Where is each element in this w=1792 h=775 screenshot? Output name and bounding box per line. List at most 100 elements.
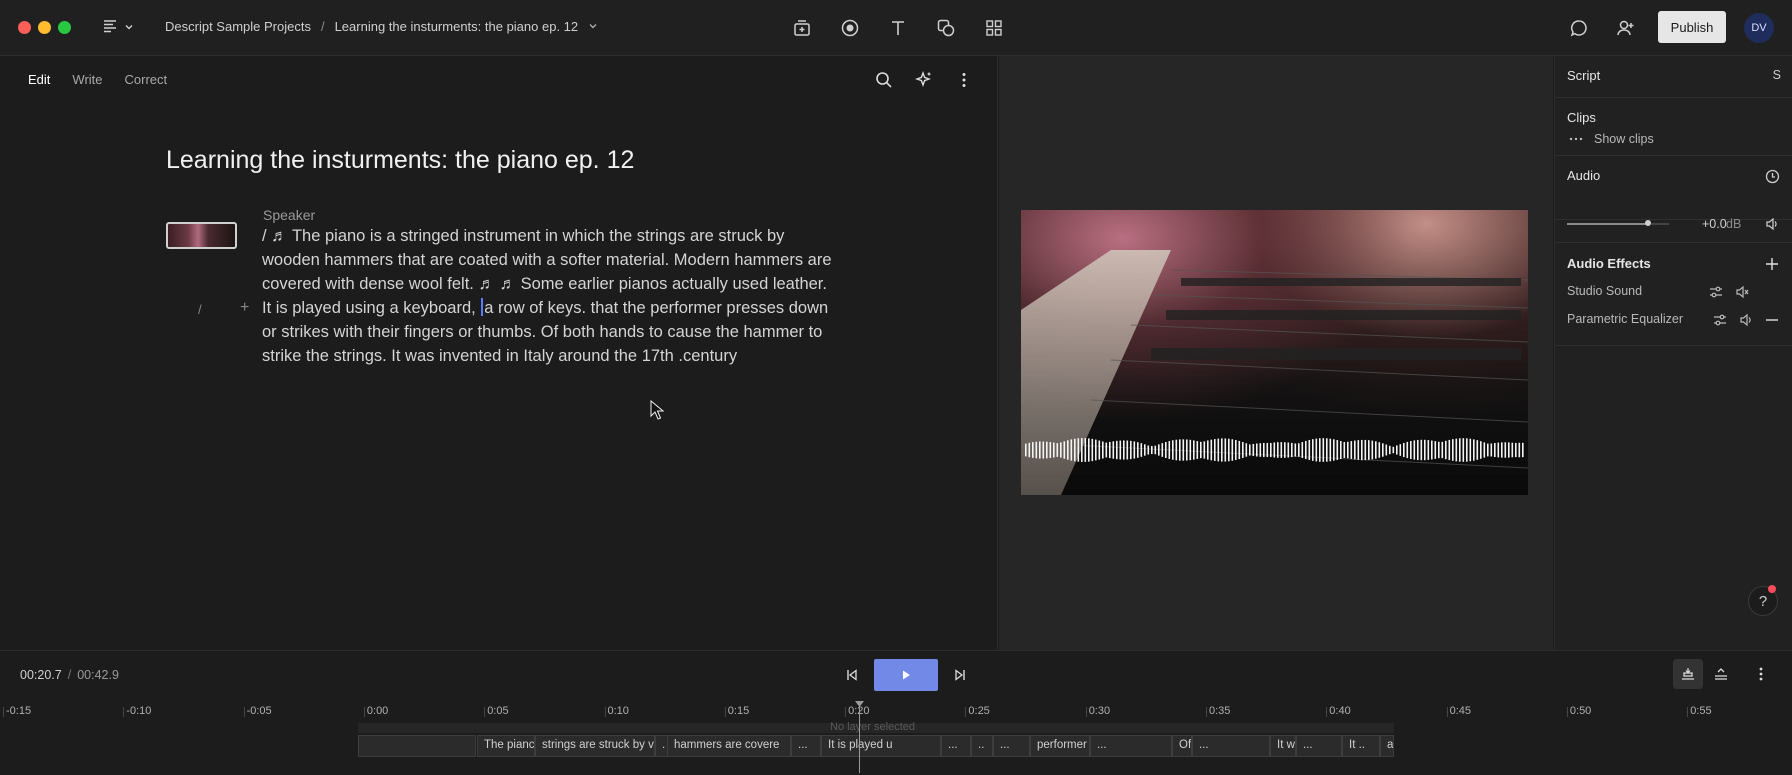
scene-thumbnail[interactable]: [166, 222, 237, 249]
timeline-clip[interactable]: around: [1380, 735, 1394, 757]
transcript-text[interactable]: / ♬ The piano is a stringed instrument i…: [262, 224, 837, 368]
waveform-bar: [1441, 441, 1444, 459]
record-icon[interactable]: [838, 16, 862, 40]
publish-button[interactable]: Publish: [1658, 11, 1726, 43]
comment-icon[interactable]: [1567, 16, 1591, 40]
timeline-clip[interactable]: The pianc: [477, 735, 535, 757]
grid-icon[interactable]: [982, 16, 1006, 40]
clock-icon[interactable]: [1763, 167, 1781, 185]
text-icon[interactable]: [886, 16, 910, 40]
sliders-icon[interactable]: [1707, 283, 1725, 301]
waveform-bar: [1291, 442, 1293, 458]
gain-value[interactable]: +0.0: [1702, 217, 1727, 231]
playhead[interactable]: [859, 703, 860, 773]
gain-slider-handle[interactable]: [1645, 220, 1651, 226]
scene-marker[interactable]: /: [198, 302, 202, 317]
timeline-clip[interactable]: ...: [993, 735, 1030, 757]
tab-write[interactable]: Write: [72, 72, 102, 87]
timeline-clip[interactable]: ...: [1296, 735, 1342, 757]
waveform-bar: [1067, 440, 1069, 460]
waveform-bar: [1074, 438, 1076, 462]
tab-edit[interactable]: Edit: [28, 72, 50, 87]
minimize-window-button[interactable]: [38, 21, 51, 34]
remove-effect-icon[interactable]: [1763, 311, 1781, 329]
sliders-icon[interactable]: [1711, 311, 1729, 329]
timeline-clip[interactable]: strings are struck by v: [535, 735, 655, 757]
waveform-bar: [1249, 444, 1251, 456]
timeline-clip[interactable]: Of both han: [1172, 735, 1192, 757]
add-scene-icon[interactable]: [790, 16, 814, 40]
skip-forward-button[interactable]: [948, 659, 972, 691]
breadcrumb-document[interactable]: Learning the insturments: the piano ep. …: [335, 19, 579, 34]
timeline-clip[interactable]: performer press: [1030, 735, 1090, 757]
document-title[interactable]: Learning the insturments: the piano ep. …: [166, 146, 634, 175]
waveform-bar: [1480, 441, 1482, 459]
waveform-bar: [1179, 439, 1181, 461]
more-horizontal-icon[interactable]: [1567, 130, 1585, 148]
script-shortcut: S: [1772, 68, 1781, 82]
ruler-tick: [1206, 707, 1207, 717]
add-icon[interactable]: +: [240, 299, 249, 317]
waveform-bar: [1469, 438, 1472, 462]
waveform-bar: [1130, 440, 1132, 460]
effect-parametric-equalizer[interactable]: Parametric Equalizer: [1567, 312, 1683, 326]
waveform-bar: [1410, 441, 1412, 459]
effect-studio-sound[interactable]: Studio Sound: [1567, 284, 1642, 298]
more-vertical-icon[interactable]: [1746, 659, 1776, 689]
breadcrumb-project[interactable]: Descript Sample Projects: [165, 19, 311, 34]
waveform-bar: [1060, 442, 1062, 458]
app-menu-button[interactable]: [102, 16, 140, 40]
waveform-bar: [1053, 442, 1055, 458]
timeline-clip[interactable]: ..: [971, 735, 993, 757]
waveform-bar: [1228, 438, 1230, 462]
play-button[interactable]: [874, 659, 938, 691]
ruler-tick: [1326, 707, 1328, 717]
add-effect-icon[interactable]: [1763, 255, 1781, 273]
tab-correct[interactable]: Correct: [125, 72, 168, 87]
waveform-bar: [1445, 440, 1447, 460]
maximize-window-button[interactable]: [58, 21, 71, 34]
waveform-bar: [1340, 441, 1342, 459]
waveform-bar: [1438, 441, 1440, 459]
snap-to-track-icon[interactable]: [1673, 659, 1703, 689]
ruler-tick-label: -0:15: [6, 705, 32, 717]
avatar[interactable]: DV: [1744, 13, 1774, 43]
timeline-clip[interactable]: ...: [1192, 735, 1270, 757]
timeline-clip[interactable]: It was in: [1270, 735, 1296, 757]
speaker-label[interactable]: Speaker: [263, 207, 315, 223]
timeline-clip[interactable]: It ..: [1342, 735, 1380, 757]
video-preview[interactable]: [1021, 210, 1528, 495]
volume-icon[interactable]: [1737, 311, 1755, 329]
chevron-down-icon[interactable]: [588, 19, 598, 34]
add-collaborator-icon[interactable]: [1614, 16, 1638, 40]
clip-empty[interactable]: [358, 735, 476, 757]
ai-sparkle-icon[interactable]: [912, 68, 936, 92]
mute-icon[interactable]: [1733, 283, 1751, 301]
close-window-button[interactable]: [18, 21, 31, 34]
waveform-bar: [1326, 438, 1328, 462]
timeline-clip[interactable]: It is played u: [821, 735, 941, 757]
waveform-bar: [1392, 446, 1395, 454]
collapse-tracks-icon[interactable]: [1706, 659, 1736, 689]
waveform-bar: [1172, 440, 1174, 460]
waveform-bar: [1413, 440, 1416, 460]
search-icon[interactable]: [872, 68, 896, 92]
waveform-bar: [1144, 444, 1146, 456]
skip-back-button[interactable]: [840, 659, 864, 691]
timeline-clip[interactable]: ...: [791, 735, 821, 757]
more-vertical-icon[interactable]: [952, 68, 976, 92]
waveform-bar: [1364, 439, 1367, 461]
waveform-bar: [1207, 440, 1209, 460]
gain-slider-track[interactable]: [1567, 223, 1649, 225]
waveform-bar: [1196, 441, 1199, 459]
waveform-bar: [1105, 442, 1108, 458]
script-label[interactable]: Script: [1567, 68, 1600, 83]
shapes-icon[interactable]: [934, 16, 958, 40]
show-clips-button[interactable]: Show clips: [1594, 132, 1654, 146]
timeline-clip[interactable]: ...: [941, 735, 971, 757]
waveform-bar: [1368, 440, 1370, 460]
timeline-clip[interactable]: hammers are covere: [667, 735, 791, 757]
volume-icon[interactable]: [1763, 215, 1781, 233]
waveform-bar: [1308, 439, 1311, 461]
timeline-clip[interactable]: ...: [1090, 735, 1172, 757]
